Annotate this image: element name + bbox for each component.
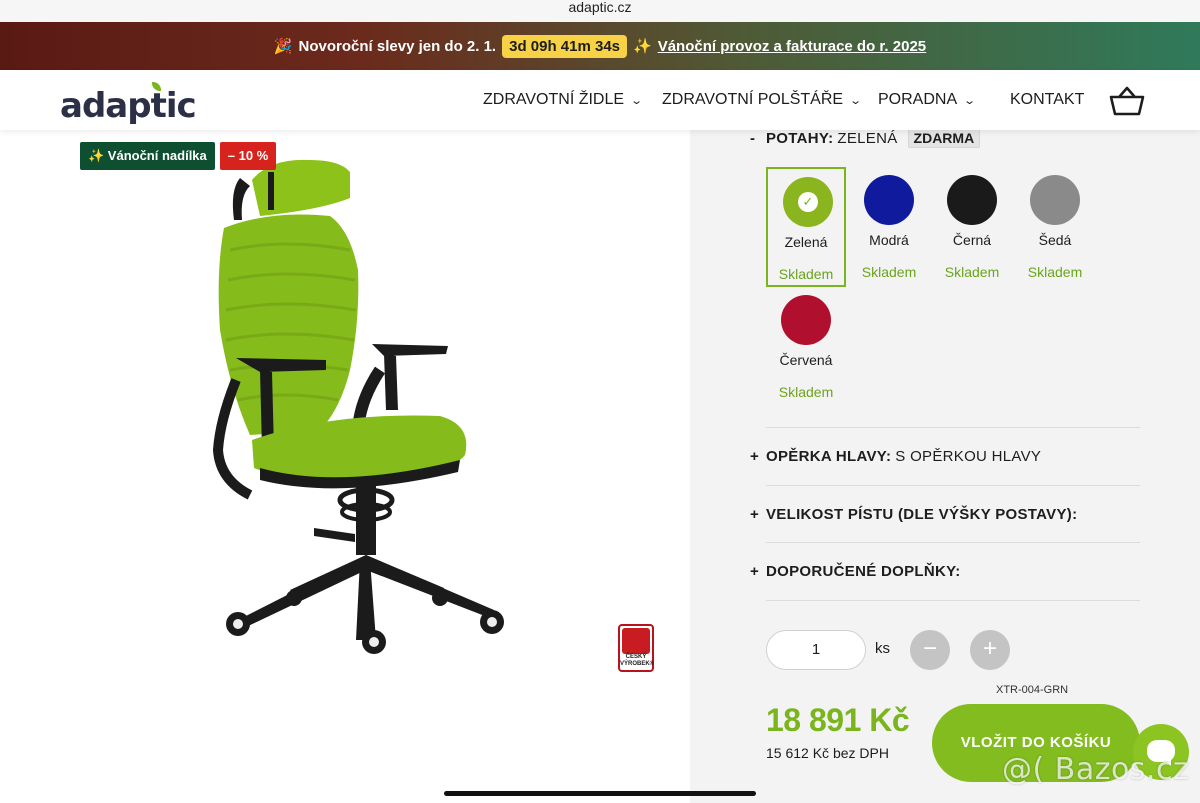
option-label: DOPORUČENÉ DOPLŇKY: (766, 562, 961, 580)
promo-link[interactable]: Vánoční provoz a fakturace do r. 2025 (658, 38, 926, 55)
swatch-seda[interactable]: Šedá Skladem (1015, 167, 1095, 287)
countdown-timer: 3d 09h 41m 34s (502, 34, 628, 58)
option-label: POTAHY: (766, 129, 834, 147)
swatch-stock: Skladem (944, 264, 1000, 280)
site-header: adaptic ZDRAVOTNÍ ŽIDLE ⌄ ZDRAVOTNÍ POLŠT… (0, 70, 1200, 130)
discount-badge: – 10 % (219, 142, 277, 170)
sparkle-icon: ✨ (633, 38, 652, 55)
color-dot (781, 295, 831, 345)
basket-icon[interactable] (1108, 84, 1146, 118)
czech-product-badge: ČESKÝ VÝROBEK® (618, 624, 654, 672)
divider (766, 600, 1140, 601)
nav-zdravotni-polstare[interactable]: ZDRAVOTNÍ POLŠTÁŘE ⌄ (662, 70, 863, 130)
product-image-chair[interactable] (190, 150, 520, 670)
price-without-vat: 15 612 Kč bez DPH (766, 745, 889, 761)
swatch-stock: Skladem (778, 384, 834, 400)
option-label: OPĚRKA HLAVY: (766, 447, 892, 465)
option-value: S OPĚRKOU HLAVY (895, 447, 1042, 465)
swatch-name: Černá (952, 232, 992, 248)
option-potahy-header[interactable]: - POTAHY: ZELENÁ ZDARMA (750, 127, 981, 149)
czech-product-label: ČESKÝ VÝROBEK® (620, 654, 655, 667)
chevron-down-icon: ⌄ (849, 94, 863, 107)
christmas-badge: ✨ Vánoční nadílka (80, 142, 215, 170)
logo[interactable]: adaptic (60, 78, 197, 126)
product-price: 18 891 Kč (766, 702, 910, 738)
browser-url[interactable]: adaptic.cz (0, 0, 1200, 22)
swatch-stock: Skladem (861, 264, 917, 280)
color-dot (864, 175, 914, 225)
option-operka-hlavy[interactable]: + OPĚRKA HLAVY: S OPĚRKOU HLAVY (750, 427, 1140, 485)
home-indicator[interactable] (444, 791, 756, 796)
nav-zdravotni-zidle[interactable]: ZDRAVOTNÍ ŽIDLE ⌄ (483, 70, 644, 130)
lion-icon (622, 628, 650, 654)
nav-label: ZDRAVOTNÍ ŽIDLE (483, 91, 625, 108)
chevron-down-icon: ⌄ (630, 94, 644, 107)
nav-label: PORADNA (878, 91, 958, 108)
quantity-input[interactable]: 1 (766, 630, 866, 670)
option-doporucene-doplnky[interactable]: + DOPORUČENÉ DOPLŇKY: (750, 542, 1140, 600)
nav-poradna[interactable]: PORADNA ⌄ (878, 70, 977, 130)
promo-banner: 🎉 Novoroční slevy jen do 2. 1. 3d 09h 41… (0, 22, 1200, 70)
quantity-unit: ks (875, 640, 890, 657)
expand-icon: + (750, 447, 759, 465)
swatch-name: Modrá (869, 232, 909, 248)
product-sku: XTR-004-GRN (996, 684, 1069, 696)
chevron-down-icon: ⌄ (963, 94, 977, 107)
swatch-zelena[interactable]: ✓ Zelená Skladem (766, 167, 846, 287)
party-icon: 🎉 (273, 38, 293, 55)
option-velikost-pistu[interactable]: + VELIKOST PÍSTU (DLE VÝŠKY POSTAVY): (750, 485, 1140, 543)
expand-icon: + (750, 505, 759, 523)
promo-text: Novoroční slevy jen do 2. 1. (298, 37, 497, 55)
product-badges: ✨ Vánoční nadílka – 10 % (80, 142, 277, 170)
swatch-cerna[interactable]: Černá Skladem (932, 167, 1012, 287)
color-dot (947, 175, 997, 225)
decrease-quantity-button[interactable]: − (910, 630, 950, 670)
swatch-modra[interactable]: Modrá Skladem (849, 167, 929, 287)
option-value: ZELENÁ (837, 129, 898, 147)
expand-icon: + (750, 562, 759, 580)
color-dot (1030, 175, 1080, 225)
increase-quantity-button[interactable]: + (970, 630, 1010, 670)
nav-label: KONTAKT (1010, 91, 1085, 108)
swatch-name: Šedá (1038, 232, 1072, 248)
swatch-name: Zelená (784, 234, 828, 250)
nav-kontakt[interactable]: KONTAKT (1010, 70, 1084, 130)
swatch-name: Červená (779, 352, 833, 368)
swatch-stock: Skladem (1027, 264, 1083, 280)
free-badge: ZDARMA (907, 128, 981, 148)
checkmark-icon: ✓ (798, 192, 818, 212)
logo-text: adaptic (60, 86, 197, 126)
watermark: @( Bazos.cz (1002, 752, 1190, 787)
swatch-cervena[interactable]: Červená Skladem (766, 287, 846, 407)
collapse-icon: - (750, 129, 755, 147)
nav-label: ZDRAVOTNÍ POLŠTÁŘE (662, 91, 844, 108)
swatch-stock: Skladem (778, 266, 834, 282)
option-label: VELIKOST PÍSTU (DLE VÝŠKY POSTAVY): (766, 505, 1078, 523)
